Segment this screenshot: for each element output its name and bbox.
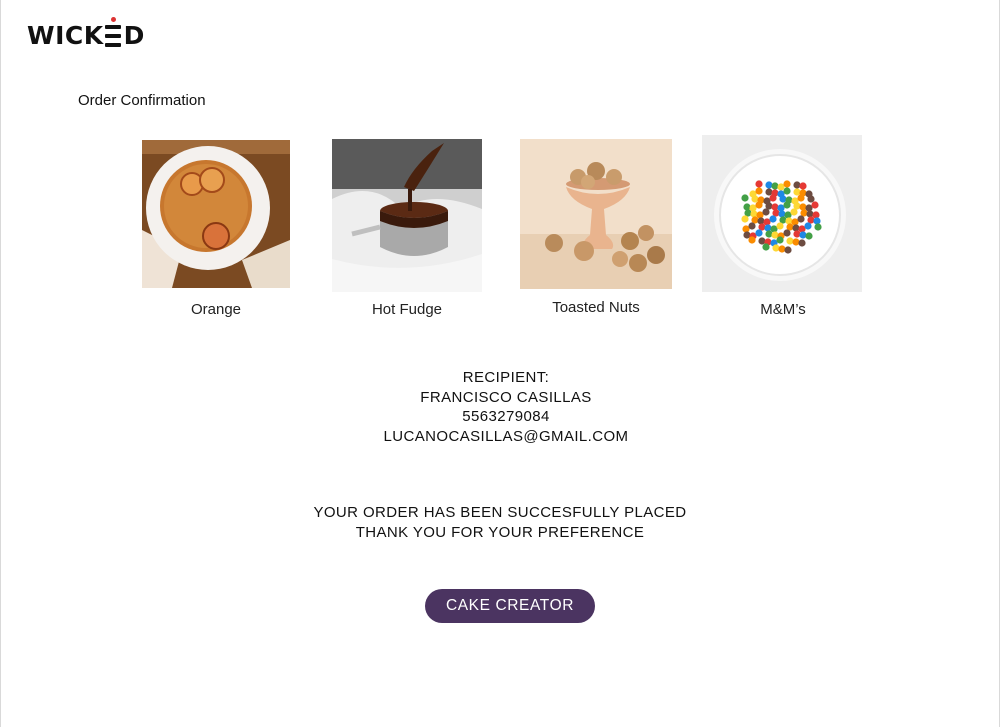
- recipient-name: FRANCISCO CASILLAS: [420, 388, 592, 406]
- confirmation-line-1: YOUR ORDER HAS BEEN SUCCESFULLY PLACED: [313, 504, 687, 521]
- orange-cake-photo: [142, 140, 290, 288]
- product-card-hot-fudge: Hot Fudge: [332, 139, 482, 320]
- product-card-toasted-nuts: Toasted Nuts: [520, 139, 672, 319]
- logo-e-glyph: [104, 17, 123, 47]
- mms-candy-photo: [702, 135, 862, 292]
- cake-creator-button[interactable]: CAKE CREATOR: [425, 589, 595, 623]
- recipient-phone: 5563279084: [462, 408, 550, 425]
- product-label: Hot Fudge: [371, 301, 443, 318]
- toasted-nuts-photo: [520, 139, 672, 289]
- page-title: Order Confirmation: [78, 92, 206, 109]
- brand-logo[interactable]: WICK D: [27, 17, 145, 50]
- hot-fudge-photo: [332, 139, 482, 292]
- recipient-info: RECIPIENT: FRANCISCO CASILLAS 5563279084…: [300, 368, 712, 446]
- logo-accent-dot: [110, 17, 116, 22]
- logo-text-right: D: [123, 21, 145, 50]
- recipient-heading: RECIPIENT:: [462, 369, 550, 386]
- confirmation-line-2: THANK YOU FOR YOUR PREFERENCE: [355, 523, 645, 541]
- logo-text-left: WICK: [27, 21, 104, 50]
- recipient-email: LUCANOCASILLAS@GMAIL.COM: [383, 427, 629, 445]
- product-card-orange: Orange: [142, 140, 290, 320]
- product-label: Toasted Nuts: [552, 299, 640, 316]
- product-label: M&M’s: [760, 301, 806, 318]
- product-label: Orange: [190, 301, 242, 318]
- confirmation-message: YOUR ORDER HAS BEEN SUCCESFULLY PLACED T…: [250, 503, 750, 542]
- product-card-mms: M&M’s: [702, 135, 862, 320]
